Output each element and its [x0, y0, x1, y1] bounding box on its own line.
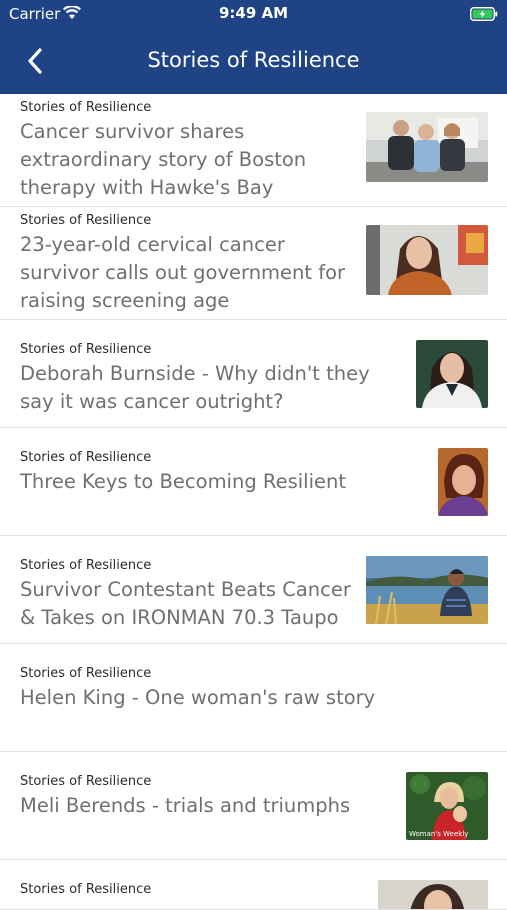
- page-title: Stories of Resilience: [147, 48, 360, 72]
- article-item[interactable]: Stories of Resilience: [0, 860, 507, 910]
- article-category: Stories of Resilience: [20, 558, 152, 573]
- article-thumbnail: [366, 556, 488, 624]
- article-item[interactable]: Stories of Resilience Meli Berends - tri…: [0, 752, 507, 860]
- article-thumbnail: [416, 340, 488, 408]
- article-item[interactable]: Stories of Resilience Helen King - One w…: [0, 644, 507, 752]
- article-category: Stories of Resilience: [20, 450, 152, 465]
- magazine-masthead: Woman's Weekly: [409, 830, 468, 838]
- article-category: Stories of Resilience: [20, 213, 152, 228]
- article-category: Stories of Resilience: [20, 342, 152, 357]
- article-item[interactable]: Stories of Resilience Three Keys to Beco…: [0, 428, 507, 536]
- article-list: Stories of Resilience Cancer survivor sh…: [0, 94, 507, 910]
- article-item[interactable]: Stories of Resilience Survivor Contestan…: [0, 536, 507, 644]
- navigation-bar: Stories of Resilience: [0, 28, 507, 94]
- article-thumbnail: [366, 112, 488, 182]
- article-item[interactable]: Stories of Resilience Deborah Burnside -…: [0, 320, 507, 428]
- article-title: Three Keys to Becoming Resilient: [20, 470, 346, 493]
- article-title: Helen King - One woman's raw story: [20, 686, 376, 709]
- article-item[interactable]: Stories of Resilience Cancer survivor sh…: [0, 94, 507, 207]
- article-title: Survivor Contestant Beats Cancer & Takes…: [20, 578, 351, 629]
- article-category: Stories of Resilience: [20, 774, 152, 789]
- article-category: Stories of Resilience: [20, 882, 152, 897]
- status-bar: Carrier 9:49 AM: [0, 0, 507, 28]
- article-title: Meli Berends - trials and triumphs: [20, 794, 351, 817]
- clock: 9:49 AM: [218, 4, 289, 22]
- article-item[interactable]: Stories of Resilience 23-year-old cervic…: [0, 207, 507, 320]
- article-title: Deborah Burnside - Why didn't they say i…: [20, 362, 370, 413]
- article-category: Stories of Resilience: [20, 100, 152, 115]
- article-category: Stories of Resilience: [20, 666, 152, 681]
- battery-icon: [470, 6, 498, 25]
- article-thumbnail: Woman's Weekly: [406, 772, 488, 840]
- article-title: 23-year-old cervical cancer survivor cal…: [20, 233, 346, 312]
- article-thumbnail: [366, 225, 488, 295]
- article-thumbnail: [378, 880, 488, 909]
- article-title: Cancer survivor shares extraordinary sto…: [20, 120, 307, 199]
- article-thumbnail: [438, 448, 488, 516]
